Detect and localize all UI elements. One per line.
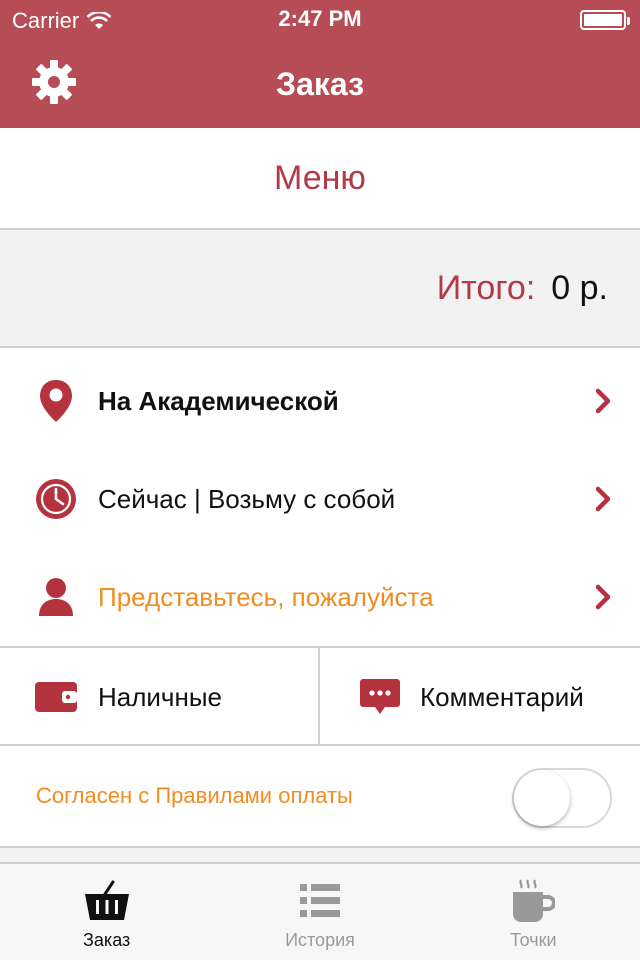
menu-button[interactable]: Меню	[0, 128, 640, 230]
basket-icon	[83, 878, 131, 924]
total-row: Итого: 0 р.	[0, 230, 640, 348]
profile-row[interactable]: Представьтесь, пожалуйста	[0, 548, 640, 646]
page-title: Заказ	[276, 66, 364, 102]
comment-button[interactable]: Комментарий	[320, 648, 640, 746]
chevron-right-icon	[594, 485, 614, 513]
tab-places-label: Точки	[510, 930, 557, 950]
agreement-row: Согласен с Правилами оплаты	[0, 746, 640, 848]
location-row[interactable]: На Академической	[0, 352, 640, 450]
tab-history[interactable]: История	[213, 864, 426, 960]
tab-history-label: История	[285, 930, 355, 950]
total-label: Итого:	[436, 268, 536, 307]
tab-places[interactable]: Точки	[427, 864, 640, 960]
total-value: 0 р.	[551, 268, 608, 307]
location-text: На Академической	[98, 385, 339, 416]
payment-method-button[interactable]: Наличные	[0, 648, 320, 746]
coffee-cup-icon	[509, 878, 557, 924]
payment-text: Наличные	[98, 681, 222, 712]
time-text: Сейчас | Возьму с собой	[98, 483, 396, 514]
battery-icon	[580, 10, 630, 30]
wallet-icon	[34, 675, 78, 719]
payment-comment-row: Наличные Комментарий	[0, 648, 640, 746]
agreement-text: Согласен с Правилами оплаты	[36, 783, 353, 808]
header: Carrier 2:47 PM Заказ	[0, 0, 640, 128]
order-info-list: На Академической Сейчас | Возьму с собой…	[0, 348, 640, 648]
clock-icon	[34, 477, 78, 521]
comment-text: Комментарий	[420, 681, 584, 712]
chevron-right-icon	[594, 583, 614, 611]
toggle-knob	[514, 770, 570, 826]
menu-label: Меню	[274, 158, 366, 197]
status-time: 2:47 PM	[278, 6, 362, 31]
tab-order[interactable]: Заказ	[0, 864, 213, 960]
location-pin-icon	[34, 379, 78, 423]
status-bar: Carrier 2:47 PM	[0, 0, 640, 40]
tab-order-label: Заказ	[83, 930, 131, 950]
chevron-right-icon	[594, 387, 614, 415]
profile-text: Представьтесь, пожалуйста	[98, 581, 434, 612]
person-icon	[34, 575, 78, 619]
tab-bar: Заказ История Точки	[0, 862, 640, 960]
list-icon	[296, 878, 344, 924]
chat-bubble-icon	[358, 675, 402, 719]
time-row[interactable]: Сейчас | Возьму с собой	[0, 450, 640, 548]
agreement-toggle[interactable]	[512, 768, 612, 828]
